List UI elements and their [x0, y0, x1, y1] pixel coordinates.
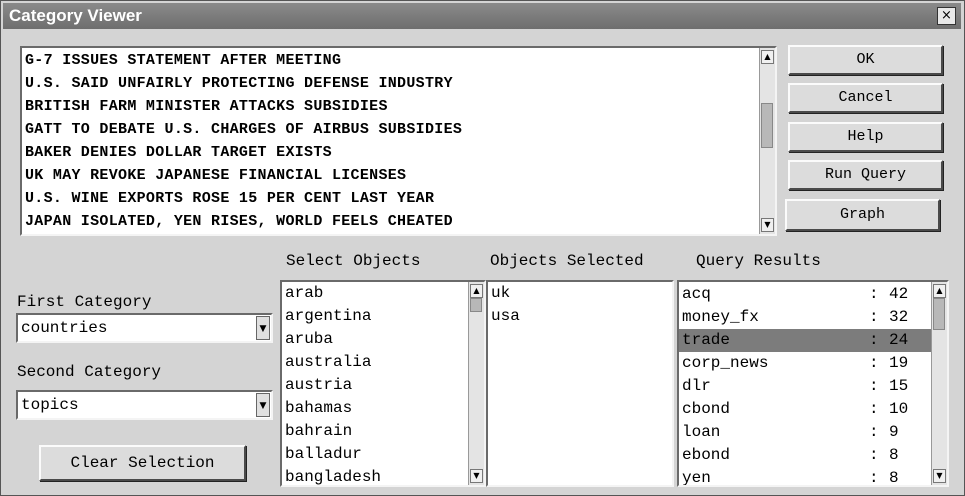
result-count: 19: [889, 354, 909, 372]
scroll-down-arrow-icon[interactable]: ▼: [761, 218, 774, 232]
table-row[interactable]: cbond : 10: [679, 398, 931, 421]
result-name: dlr: [682, 377, 711, 395]
first-category-label: First Category: [17, 293, 152, 311]
objects-selected-label: Objects Selected: [490, 252, 644, 270]
result-separator: :: [869, 285, 879, 303]
result-count: 42: [889, 285, 909, 303]
run-query-button[interactable]: Run Query: [788, 160, 943, 190]
result-name: corp_news: [682, 354, 769, 372]
result-name: acq: [682, 285, 711, 303]
scroll-down-arrow-icon[interactable]: ▼: [933, 469, 946, 483]
scroll-thumb[interactable]: [470, 298, 482, 312]
category-viewer-window: Category Viewer × G-7 ISSUES STATEMENT A…: [0, 0, 965, 496]
headline-item[interactable]: U.S. SAID UNFAIRLY PROTECTING DEFENSE IN…: [25, 75, 453, 92]
result-name: ebond: [682, 446, 731, 464]
table-row[interactable]: ebond : 8: [679, 444, 931, 467]
scroll-down-arrow-icon[interactable]: ▼: [470, 469, 483, 483]
query-results-list[interactable]: acq : 42 money_fx : 32 trade : 24 corp_n…: [677, 280, 949, 487]
second-category-dropdown[interactable]: topics ▼: [16, 390, 273, 420]
result-separator: :: [869, 331, 879, 349]
first-category-dropdown[interactable]: countries ▼: [16, 313, 273, 343]
table-row[interactable]: corp_news : 19: [679, 352, 931, 375]
headline-item[interactable]: U.S. WINE EXPORTS ROSE 15 PER CENT LAST …: [25, 190, 434, 207]
list-item[interactable]: aruba: [285, 330, 333, 348]
select-objects-label: Select Objects: [286, 252, 421, 270]
headline-item[interactable]: BRITISH FARM MINISTER ATTACKS SUBSIDIES: [25, 98, 388, 115]
clear-selection-button[interactable]: Clear Selection: [39, 445, 246, 481]
first-category-value: countries: [21, 319, 108, 337]
list-item[interactable]: bahamas: [285, 399, 352, 417]
second-category-label: Second Category: [17, 363, 162, 381]
result-name: trade: [682, 331, 731, 349]
result-name: yen: [682, 469, 711, 487]
scroll-up-arrow-icon[interactable]: ▲: [470, 284, 483, 298]
table-row-selected[interactable]: trade : 24: [679, 329, 931, 352]
cancel-button[interactable]: Cancel: [788, 83, 943, 113]
result-count: 32: [889, 308, 909, 326]
result-separator: :: [869, 423, 879, 441]
result-count: 8: [889, 446, 899, 464]
table-row[interactable]: acq : 42: [679, 283, 931, 306]
list-item[interactable]: austria: [285, 376, 352, 394]
result-name: loan: [682, 423, 721, 441]
headline-item[interactable]: G-7 ISSUES STATEMENT AFTER MEETING: [25, 52, 341, 69]
window-title: Category Viewer: [9, 6, 142, 25]
headline-item[interactable]: BAKER DENIES DOLLAR TARGET EXISTS: [25, 144, 332, 161]
dropdown-arrow-icon[interactable]: ▼: [256, 393, 270, 417]
query-results-scrollbar[interactable]: ▲ ▼: [931, 282, 947, 485]
result-separator: :: [869, 377, 879, 395]
result-count: 8: [889, 469, 899, 487]
result-name: cbond: [682, 400, 731, 418]
scroll-up-arrow-icon[interactable]: ▲: [761, 50, 774, 64]
result-separator: :: [869, 446, 879, 464]
table-row[interactable]: money_fx : 32: [679, 306, 931, 329]
result-count: 15: [889, 377, 909, 395]
list-item[interactable]: bangladesh: [285, 468, 381, 485]
close-icon[interactable]: ×: [937, 7, 956, 25]
table-row[interactable]: yen : 8: [679, 467, 931, 487]
scroll-thumb[interactable]: [933, 298, 945, 330]
result-count: 24: [889, 331, 909, 349]
result-name: money_fx: [682, 308, 759, 326]
objects-selected-list[interactable]: uk usa: [486, 280, 674, 487]
headline-item[interactable]: UK MAY REVOKE JAPANESE FINANCIAL LICENSE…: [25, 167, 406, 184]
headlines-list[interactable]: G-7 ISSUES STATEMENT AFTER MEETING U.S. …: [20, 46, 777, 236]
list-item[interactable]: usa: [491, 307, 520, 325]
headlines-scrollbar[interactable]: ▲ ▼: [759, 48, 775, 234]
table-row[interactable]: dlr : 15: [679, 375, 931, 398]
help-button[interactable]: Help: [788, 122, 943, 152]
list-item[interactable]: bahrain: [285, 422, 352, 440]
dropdown-arrow-icon[interactable]: ▼: [256, 316, 270, 340]
list-item[interactable]: balladur: [285, 445, 362, 463]
result-separator: :: [869, 308, 879, 326]
result-separator: :: [869, 400, 879, 418]
select-objects-list[interactable]: arab argentina aruba australia austria b…: [280, 280, 486, 487]
result-count: 10: [889, 400, 909, 418]
scroll-thumb[interactable]: [761, 103, 773, 148]
graph-button[interactable]: Graph: [785, 199, 940, 231]
list-item[interactable]: australia: [285, 353, 371, 371]
headline-item[interactable]: JAPAN ISOLATED, YEN RISES, WORLD FEELS C…: [25, 213, 453, 230]
query-results-label: Query Results: [696, 252, 821, 270]
headline-item[interactable]: GATT TO DEBATE U.S. CHARGES OF AIRBUS SU…: [25, 121, 462, 138]
result-separator: :: [869, 469, 879, 487]
title-bar[interactable]: Category Viewer ×: [3, 3, 961, 29]
scroll-up-arrow-icon[interactable]: ▲: [933, 284, 946, 298]
result-count: 9: [889, 423, 899, 441]
second-category-value: topics: [21, 396, 79, 414]
list-item[interactable]: argentina: [285, 307, 371, 325]
ok-button[interactable]: OK: [788, 45, 943, 75]
select-objects-scrollbar[interactable]: ▲ ▼: [468, 282, 484, 485]
result-separator: :: [869, 354, 879, 372]
list-item[interactable]: arab: [285, 284, 323, 302]
list-item[interactable]: uk: [491, 284, 510, 302]
table-row[interactable]: loan : 9: [679, 421, 931, 444]
